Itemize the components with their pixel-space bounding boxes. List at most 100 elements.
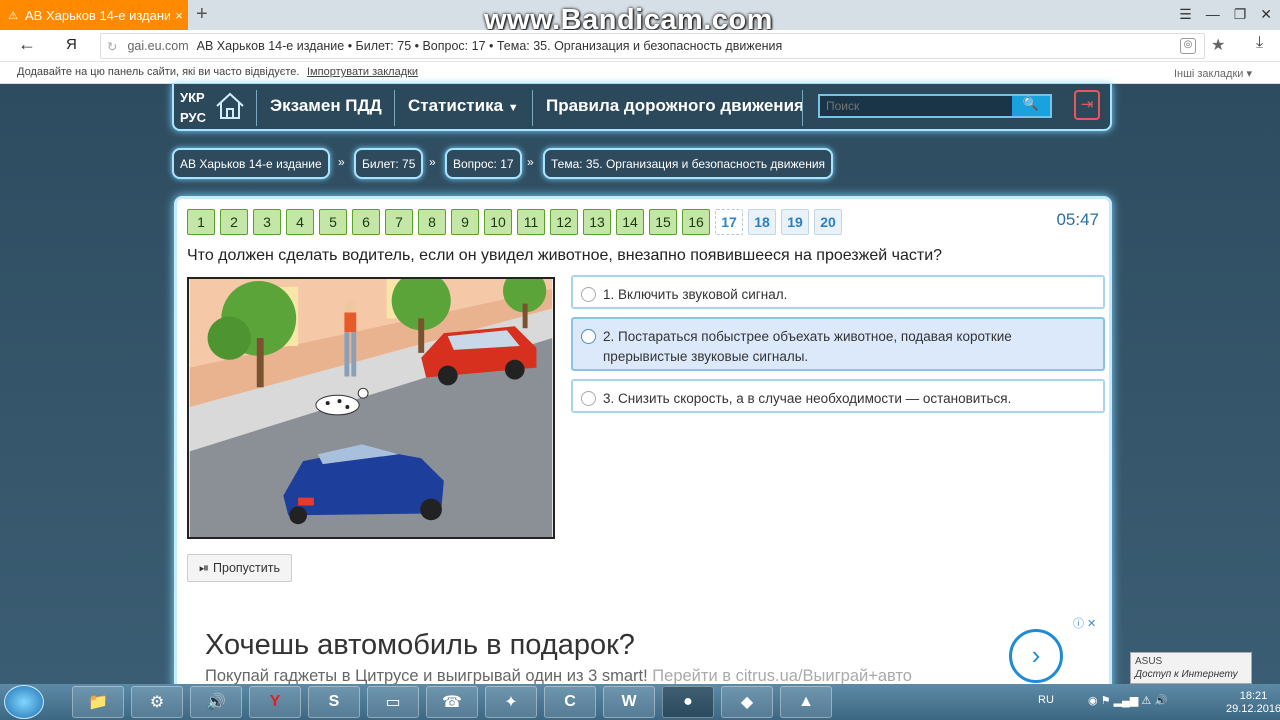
question-number-button[interactable]: 4 <box>286 209 314 235</box>
back-arrow-icon[interactable]: ← <box>18 34 36 55</box>
start-button[interactable] <box>4 685 44 719</box>
close-tab-icon[interactable]: × <box>170 8 188 23</box>
nav-stats-menu[interactable]: Статистика ▼ <box>408 96 519 116</box>
system-tray: RU ◉ ⚑ ▂▄▆ ⚠ 🔊 18:21 29.12.2016 <box>1032 686 1280 718</box>
import-bookmarks-link[interactable]: Імпортувати закладки <box>307 66 418 78</box>
question-number-button[interactable]: 6 <box>352 209 380 235</box>
question-number-button[interactable]: 19 <box>781 209 809 235</box>
question-number-button[interactable]: 9 <box>451 209 479 235</box>
skip-button[interactable]: ⏯ Пропустить <box>187 554 292 582</box>
radio-button[interactable] <box>581 329 596 344</box>
search-button[interactable]: 🔍 <box>1012 96 1050 116</box>
chevron-right-icon: › <box>1031 640 1041 670</box>
browser-tab-strip: ⚠ АВ Харьков 14-е издание × + www.Bandic… <box>0 0 1280 36</box>
protect-icon[interactable]: ◎ <box>1180 38 1196 54</box>
nav-divider <box>802 90 803 126</box>
window-controls: ☰ — ❐ ✕ <box>1179 6 1272 23</box>
answer-option[interactable]: 3. Снизить скорость, а в случае необходи… <box>571 379 1105 413</box>
app-icon[interactable]: ✦ <box>485 686 537 718</box>
breadcrumb-separator: » <box>338 155 345 169</box>
address-bar[interactable]: ↻ gai.eu.com АВ Харьков 14-е издание • Б… <box>100 33 1205 59</box>
question-text: Что должен сделать водитель, если он уви… <box>187 247 943 264</box>
question-number-button[interactable]: 3 <box>253 209 281 235</box>
question-number-button[interactable]: 11 <box>517 209 545 235</box>
yandex-browser-icon[interactable]: Y <box>249 686 301 718</box>
question-illustration <box>187 277 555 539</box>
question-number-button[interactable]: 14 <box>616 209 644 235</box>
breadcrumb-separator: » <box>429 155 436 169</box>
viber-icon[interactable]: ☎ <box>426 686 478 718</box>
input-language[interactable]: RU <box>1038 694 1054 706</box>
ad-arrow-button[interactable]: › <box>1009 629 1063 683</box>
clock-date: 29.12.2016 <box>1226 703 1280 715</box>
app-icon[interactable]: ⚙ <box>131 686 183 718</box>
radio-button[interactable] <box>581 391 596 406</box>
breadcrumb-separator: » <box>527 155 534 169</box>
question-number-button[interactable]: 20 <box>814 209 842 235</box>
browser-tab[interactable]: ⚠ АВ Харьков 14-е издание × <box>0 0 188 30</box>
question-number-button[interactable]: 17 <box>715 209 743 235</box>
bookmark-star-icon[interactable]: ★ <box>1211 35 1225 55</box>
question-number-button[interactable]: 15 <box>649 209 677 235</box>
answer-option[interactable]: 2. Постараться побыстрее объехать животн… <box>571 317 1105 371</box>
other-bookmarks[interactable]: Інші закладки ▾ <box>1174 67 1252 80</box>
new-tab-button[interactable]: + <box>196 3 208 26</box>
radio-button[interactable] <box>581 287 596 302</box>
ccleaner-icon[interactable]: C <box>544 686 596 718</box>
network-status: Доступ к Интернету <box>1135 669 1238 680</box>
question-number-button[interactable]: 10 <box>484 209 512 235</box>
reload-icon[interactable]: ↻ <box>107 39 117 54</box>
lang-ukr-link[interactable]: УКР <box>180 88 206 108</box>
menu-icon[interactable]: ☰ <box>1179 6 1192 23</box>
logout-button[interactable]: ⇥ <box>1074 90 1100 120</box>
taskbar: 📁 ⚙ 🔊 Y S ▭ ☎ ✦ C W ● ◆ ▲ RU ◉ ⚑ ▂▄▆ ⚠ 🔊… <box>0 684 1280 720</box>
search-icon: 🔍 <box>1022 96 1040 111</box>
minimize-icon[interactable]: — <box>1206 6 1220 23</box>
nav-divider <box>256 90 257 126</box>
audio-icon[interactable]: 🔊 <box>190 686 242 718</box>
question-number-button[interactable]: 12 <box>550 209 578 235</box>
question-number-button[interactable]: 5 <box>319 209 347 235</box>
question-number-button[interactable]: 16 <box>682 209 710 235</box>
monitor-icon[interactable]: ▭ <box>367 686 419 718</box>
nav-rules-link[interactable]: Правила дорожного движения <box>546 96 804 116</box>
network-name: ASUS <box>1135 656 1163 667</box>
ad-link[interactable]: Перейти в citrus.ua/Выиграй+авто <box>652 667 912 685</box>
question-number-button[interactable]: 2 <box>220 209 248 235</box>
question-number-button[interactable]: 13 <box>583 209 611 235</box>
clock-time: 18:21 <box>1239 690 1268 702</box>
site-favicon-icon: ⚠ <box>8 9 18 22</box>
lang-rus-link[interactable]: РУС <box>180 108 206 128</box>
breadcrumb-item[interactable]: Билет: 75 <box>354 148 424 179</box>
breadcrumb-item[interactable]: АВ Харьков 14-е издание <box>172 148 330 179</box>
nav-divider <box>532 90 533 126</box>
url-host: gai.eu.com <box>127 39 189 53</box>
question-number-button[interactable]: 1 <box>187 209 215 235</box>
breadcrumb-item[interactable]: Тема: 35. Организация и безопасность дви… <box>543 148 834 179</box>
site-navbar: УКР РУС Экзамен ПДД Статистика ▼ Правила… <box>172 84 1112 131</box>
nav-exam-link[interactable]: Экзамен ПДД <box>270 96 382 116</box>
word-icon[interactable]: W <box>603 686 655 718</box>
nav-divider <box>394 90 395 126</box>
tray-icons[interactable]: ◉ ⚑ ▂▄▆ ⚠ 🔊 <box>1088 694 1168 707</box>
question-number-button[interactable]: 18 <box>748 209 776 235</box>
download-icon[interactable]: ⤓ <box>1256 34 1263 52</box>
skype-icon[interactable]: S <box>308 686 360 718</box>
restore-icon[interactable]: ❐ <box>1234 6 1247 23</box>
home-icon[interactable] <box>214 90 246 122</box>
breadcrumb-item[interactable]: Вопрос: 17 <box>445 148 522 179</box>
app-icon[interactable]: ◆ <box>721 686 773 718</box>
yandex-logo[interactable]: Я <box>66 36 77 53</box>
file-explorer-icon[interactable]: 📁 <box>72 686 124 718</box>
close-window-icon[interactable]: ✕ <box>1260 6 1272 23</box>
url-page-title: АВ Харьков 14-е издание • Билет: 75 • Во… <box>196 39 783 53</box>
record-icon[interactable]: ● <box>662 686 714 718</box>
clock[interactable]: 18:21 29.12.2016 <box>1226 690 1280 716</box>
question-number-button[interactable]: 7 <box>385 209 413 235</box>
app-icon[interactable]: ▲ <box>780 686 832 718</box>
ad-info-close-icon[interactable]: ⓘ ✕ <box>1073 615 1096 631</box>
answer-option[interactable]: 1. Включить звуковой сигнал. <box>571 275 1105 309</box>
question-number-button[interactable]: 8 <box>418 209 446 235</box>
language-switch: УКР РУС <box>180 88 206 128</box>
nav-stats-label: Статистика <box>408 96 504 115</box>
